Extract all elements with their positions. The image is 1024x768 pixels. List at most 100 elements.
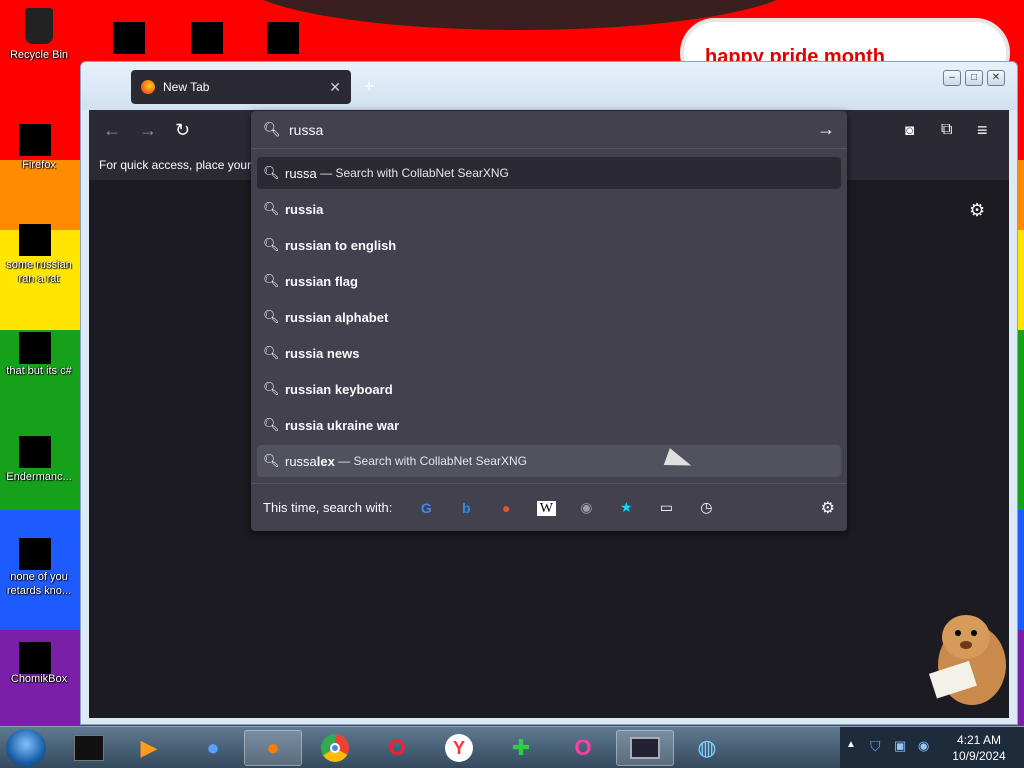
result-row[interactable]: 🔍︎ russia [257,193,841,225]
desktop-icon-top-1[interactable] [88,10,166,54]
taskbar-clock[interactable]: 4:21 AM 10/9/2024 [944,732,1014,764]
urlbar-value: russa [289,121,324,138]
desktop-icon-label: none of you retards kno... [6,571,72,597]
maximize-button[interactable]: □ [965,70,983,86]
result-action: Search with CollabNet SearXNG [335,166,509,180]
tab-title: New Tab [163,80,210,94]
taskbar-firefox-icon[interactable]: ● [244,730,302,766]
result-row[interactable]: 🔍︎ russian to english [257,229,841,261]
desktop-icon-label: that but its c# [6,365,72,377]
result-row[interactable]: 🔍︎ russia ukraine war [257,409,841,441]
firefox-icon [19,118,57,156]
taskbar-app-icon[interactable] [60,730,118,766]
desktop-icon-chomikbox[interactable]: ChomikBox [0,632,78,686]
duckduckgo-icon[interactable]: ● [486,500,526,516]
taskbar-media-icon[interactable]: ▶ [120,730,178,766]
result-bold: russian flag [285,273,358,289]
close-window-button[interactable]: ✕ [987,70,1005,86]
history-clock-icon[interactable]: ◷ [686,499,726,516]
search-icon: 🔍︎ [263,309,280,324]
one-off-search-bar: This time, search with: G b ● W ◉ ★ ▭ ◷ … [251,483,847,531]
volume-icon[interactable]: ◉ [918,738,929,754]
start-button[interactable] [6,729,46,767]
desktop-icon-app[interactable]: Endermanc... [0,430,78,484]
result-action: Search with CollabNet SearXNG [353,454,527,468]
search-settings-gear-icon[interactable]: ⚙ [821,498,835,518]
result-bold: russia news [285,345,360,361]
clock-time: 4:21 AM [956,733,1002,747]
taskbar-screen-icon[interactable] [616,730,674,766]
desktop-icon-opera[interactable]: none of you retards kno... [0,530,78,598]
taskbar-installer-icon[interactable]: ✚ [492,730,550,766]
bing-icon[interactable]: b [446,500,486,516]
result-row[interactable]: 🔍︎ russian keyboard [257,373,841,405]
system-tray: ▲ ⛉ ▣ ◉ 4:21 AM 10/9/2024 [840,727,1024,768]
reload-icon[interactable]: ↻ [175,120,190,141]
desktop-icon-label: Recycle Bin [9,49,69,61]
tray-expand-icon[interactable]: ▲ [846,739,856,750]
result-row[interactable]: 🔍︎ russia news [257,337,841,369]
desktop-icon-top-2[interactable] [166,10,244,54]
desktop-icon-file-2[interactable]: that but its c# [0,324,78,378]
wikipedia-icon[interactable]: W [526,499,566,517]
desktop-icon-label: Firefox [22,159,56,171]
minimize-button[interactable]: – [943,70,961,86]
file-icon [19,324,57,364]
search-icon: 🔍︎ [263,381,280,396]
taskbar-globe-icon[interactable]: ● [184,730,242,766]
tabs-icon[interactable]: ▭ [646,499,686,516]
searxng-icon[interactable]: ◉ [566,499,606,516]
desktop-icon-top-3[interactable] [242,10,320,54]
menu-icon[interactable]: ≡ [977,120,988,141]
chomikbox-icon [19,632,57,674]
opera-icon [19,530,57,570]
network-icon[interactable]: ▣ [894,738,906,754]
taskbar-chrome-icon[interactable] [306,730,364,766]
desktop-icon-recycle-bin[interactable]: Recycle Bin [0,8,78,62]
recycle-bin-icon [21,8,57,44]
firefox-icon [141,80,155,94]
result-bold: russia [285,201,324,217]
bookmarks-hint: For quick access, place your b [99,158,262,172]
shield-icon[interactable]: ⛉ [870,738,881,755]
tab-new-tab[interactable]: New Tab ✕ [131,70,351,104]
taskbar-opera-gx-icon[interactable]: O [554,730,612,766]
desktop-icon-file-1[interactable]: some russian ran a rat [0,218,78,286]
result-row[interactable]: 🔍︎ russian flag [257,265,841,297]
search-icon: 🔍︎ [263,417,280,432]
back-arrow-icon[interactable]: ← [103,120,121,141]
urlbar-input[interactable]: 🔍︎ russa → [251,111,847,149]
file-icon [19,218,57,256]
result-prefix: russa [285,453,317,469]
taskbar: ▶ ● ● O Y ✚ O ◍ ▲ ⛉ ▣ ◉ 4:21 AM 10/9/202… [0,726,1024,768]
taskbar-yandex-icon[interactable]: Y [430,730,488,766]
hamster-image [928,615,1006,705]
result-bold: russia ukraine war [285,417,400,433]
search-icon: 🔍︎ [263,273,280,288]
result-prefix: russa [285,165,317,181]
search-icon: 🔍︎ [263,237,280,252]
close-icon[interactable]: ✕ [329,79,341,96]
folder-icon [109,10,145,54]
forward-arrow-icon[interactable]: → [139,120,157,141]
gear-icon[interactable]: ⚙ [969,200,985,221]
go-arrow-icon[interactable]: → [817,119,835,140]
new-tab-button[interactable]: + [364,76,375,97]
clock-date: 10/9/2024 [952,749,1006,763]
desktop-icon-label: some russian ran a rat [6,259,72,285]
result-bold: russian to english [285,237,397,253]
window-titlebar[interactable]: New Tab ✕ + – □ ✕ [81,62,1017,110]
result-row[interactable]: 🔍︎ russian alphabet [257,301,841,333]
google-icon[interactable]: G [406,500,446,516]
extensions-icon[interactable]: ⧉ [941,121,952,139]
taskbar-opera-icon[interactable]: O [368,730,426,766]
taskbar-network-icon[interactable]: ◍ [678,730,736,766]
search-icon: 🔍︎ [263,453,280,468]
result-row[interactable]: 🔍︎ russa lex — Search with CollabNet Sea… [257,445,841,477]
pocket-icon[interactable]: ◙ [905,122,914,139]
result-row[interactable]: 🔍︎ russa — Search with CollabNet SearXNG [257,157,841,189]
bookmarks-star-icon[interactable]: ★ [606,499,646,516]
app-icon [19,430,57,468]
desktop-icon-firefox[interactable]: Firefox [0,118,78,172]
search-icon: 🔍︎ [263,345,280,360]
